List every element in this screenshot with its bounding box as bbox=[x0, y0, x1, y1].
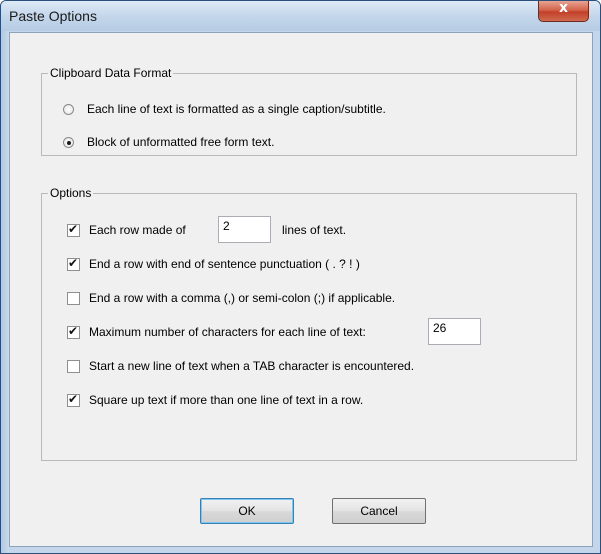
lines-per-row-input[interactable]: 2 bbox=[218, 216, 271, 243]
radio-selected-dot bbox=[66, 140, 71, 145]
checkbox-end-comma[interactable] bbox=[67, 292, 80, 305]
check-mark-icon: ✔ bbox=[68, 256, 79, 270]
checkbox-max-chars[interactable]: ✔ bbox=[67, 324, 80, 339]
title-bar[interactable]: Paste Options x bbox=[1, 1, 600, 31]
check-mark-icon: ✔ bbox=[68, 392, 79, 406]
window-frame-left bbox=[1, 31, 9, 553]
clipboard-format-legend: Clipboard Data Format bbox=[50, 66, 172, 80]
max-chars-input[interactable]: 26 bbox=[428, 318, 481, 345]
window-title: Paste Options bbox=[9, 8, 97, 24]
tab-newline-label[interactable]: Start a new line of text when a TAB char… bbox=[89, 359, 414, 373]
check-mark-icon: ✔ bbox=[68, 222, 79, 236]
options-legend: Options bbox=[50, 186, 92, 200]
radio-free-form-text[interactable] bbox=[63, 137, 74, 148]
checkbox-tab-newline[interactable] bbox=[67, 360, 80, 373]
row-lines-label: Each row made of bbox=[89, 223, 186, 237]
row-lines-suffix: lines of text. bbox=[282, 223, 347, 237]
cancel-button[interactable]: Cancel bbox=[332, 498, 426, 524]
dialog-body: Clipboard Data Format Each line of text … bbox=[9, 32, 593, 547]
paste-options-window: Paste Options x Clipboard Data Format Ea… bbox=[0, 0, 601, 554]
checkbox-square-up[interactable]: ✔ bbox=[67, 392, 80, 407]
ok-button[interactable]: OK bbox=[200, 498, 294, 524]
end-comma-label[interactable]: End a row with a comma (,) or semi-colon… bbox=[89, 291, 395, 305]
max-chars-label[interactable]: Maximum number of characters for each li… bbox=[89, 325, 366, 339]
checkbox-end-sentence[interactable]: ✔ bbox=[67, 256, 80, 271]
close-icon: x bbox=[558, 0, 569, 16]
end-sentence-label[interactable]: End a row with end of sentence punctuati… bbox=[89, 257, 360, 271]
checkbox-row-lines[interactable]: ✔ bbox=[67, 222, 80, 237]
radio-single-caption[interactable] bbox=[63, 104, 74, 115]
close-button[interactable]: x bbox=[538, 1, 589, 22]
radio-free-form-text-label[interactable]: Block of unformatted free form text. bbox=[87, 135, 274, 149]
check-mark-icon: ✔ bbox=[68, 324, 79, 338]
square-up-label[interactable]: Square up text if more than one line of … bbox=[89, 393, 363, 407]
radio-single-caption-label[interactable]: Each line of text is formatted as a sing… bbox=[87, 102, 386, 116]
